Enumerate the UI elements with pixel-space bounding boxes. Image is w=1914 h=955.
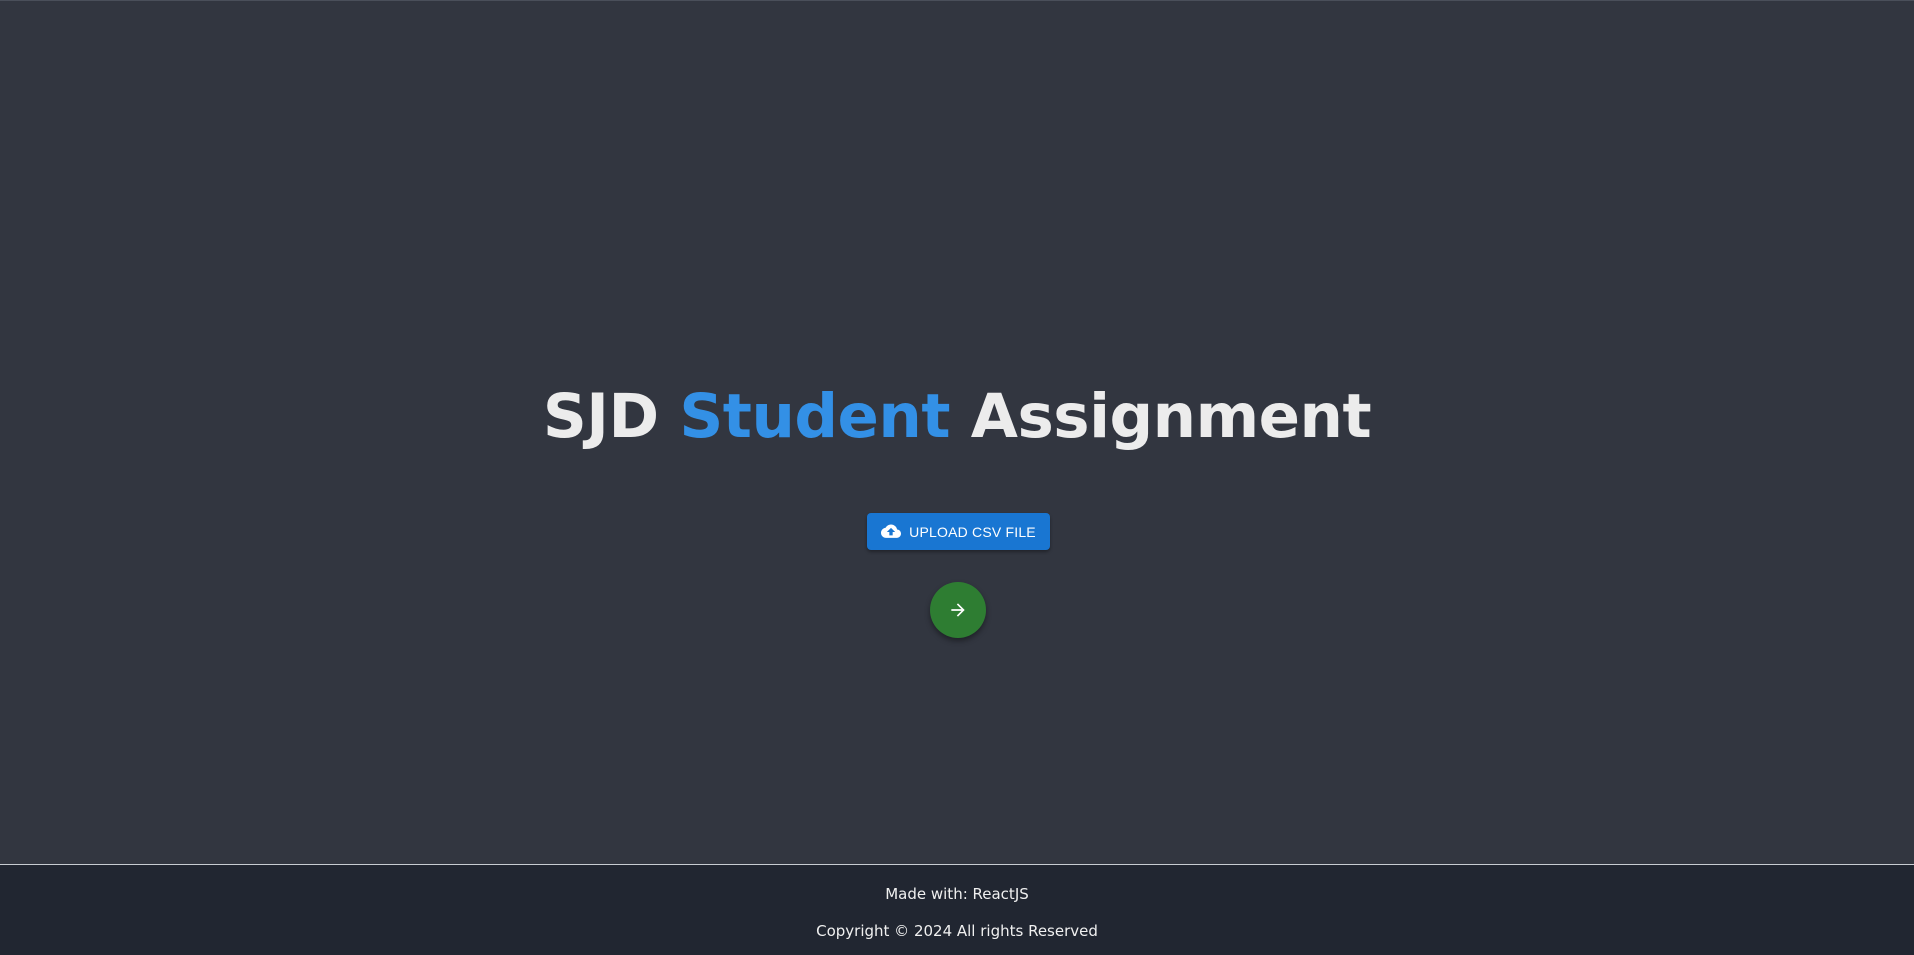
arrow-right-icon [948, 600, 968, 620]
cloud-upload-icon [881, 524, 902, 540]
title-word-student: Student [679, 381, 951, 452]
copyright-text: Copyright © 2024 All rights Reserved [816, 922, 1098, 940]
footer: Made with: ReactJS Copyright © 2024 All … [0, 864, 1914, 955]
page-title: SJD Student Assignment [0, 379, 1914, 455]
title-word-assignment: Assignment [970, 381, 1372, 452]
upload-csv-button[interactable]: UPLOAD CSV FILE [867, 513, 1050, 550]
title-word-sjd: SJD [542, 381, 659, 452]
next-button[interactable] [930, 582, 986, 638]
main-content: SJD Student Assignment UPLOAD CSV FILE [0, 1, 1914, 864]
made-with-text: Made with: ReactJS [885, 885, 1029, 903]
upload-csv-label: UPLOAD CSV FILE [909, 523, 1036, 540]
